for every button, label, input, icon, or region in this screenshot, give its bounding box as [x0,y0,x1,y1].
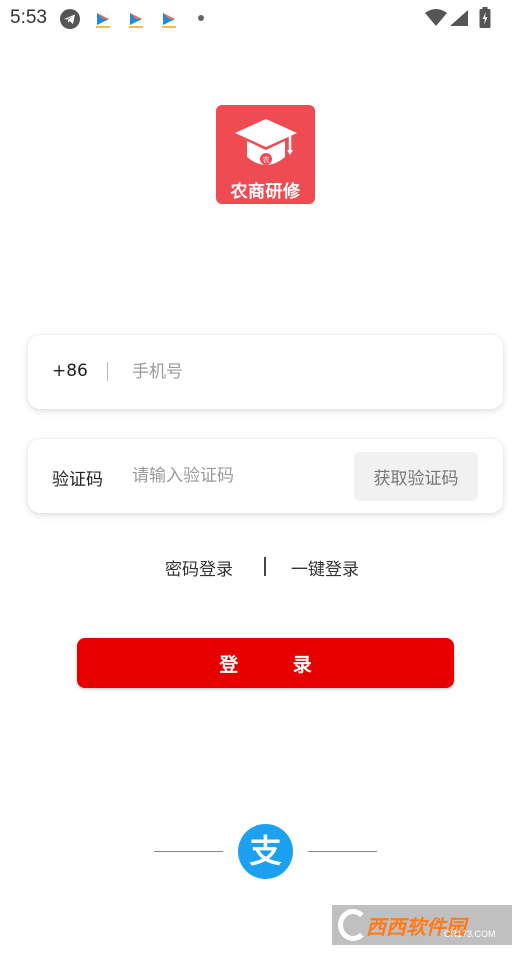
app-logo: 农 农商研修 [216,105,315,204]
app-notification-icon [94,8,112,34]
graduation-cap-icon: 农 [233,117,299,177]
wifi-icon [425,9,447,31]
phone-input[interactable] [132,357,472,387]
code-label: 验证码 [52,470,103,490]
field-divider [107,362,108,381]
phone-field-card: +86 [28,335,503,409]
app-notification-icon [160,8,178,34]
svg-text:支: 支 [249,832,281,870]
code-field-card: 验证码 获取验证码 [28,439,503,513]
telegram-icon [59,8,81,34]
more-dot-icon [198,15,204,21]
divider-line-left [154,851,223,852]
options-divider [264,557,266,576]
watermark-sub: CR173.COM [444,929,496,939]
login-button[interactable]: 登 录 [77,638,454,688]
country-code[interactable]: +86 [52,361,88,381]
status-bar: 5:53 [0,0,532,36]
logo-text: 农商研修 [230,182,301,202]
get-code-button[interactable]: 获取验证码 [354,452,478,501]
watermark-logo [338,909,368,941]
svg-text:农: 农 [263,155,270,164]
password-login-link[interactable]: 密码登录 [165,555,233,580]
watermark: 西西软件园 CR173.COM [332,905,512,945]
divider-line-right [308,851,377,852]
alipay-icon[interactable]: 支 [238,824,293,879]
status-time: 5:53 [10,7,47,28]
signal-icon [449,9,469,31]
verification-code-input[interactable] [132,461,352,491]
battery-icon [479,7,491,33]
app-notification-icon [127,8,145,34]
one-click-login-link[interactable]: 一键登录 [291,555,359,580]
